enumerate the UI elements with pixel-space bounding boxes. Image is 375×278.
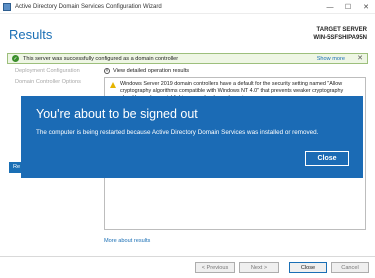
wizard-header: Results TARGET SERVER WIN-5SFSHIPA95N [0, 14, 375, 51]
previous-button[interactable]: < Previous [195, 262, 235, 273]
window-title: Active Directory Domain Services Configu… [15, 3, 162, 10]
show-more-link[interactable]: Show more [317, 56, 345, 62]
close-window-button[interactable]: ✕ [357, 0, 375, 14]
sign-out-dialog: You're about to be signed out The comput… [21, 96, 363, 178]
target-server-name: WIN-5SFSHIPA95N [313, 35, 367, 41]
next-button[interactable]: Next > [239, 262, 279, 273]
dialog-title: You're about to be signed out [36, 107, 198, 121]
page-title: Results [9, 27, 53, 42]
cancel-button[interactable]: Cancel [331, 262, 369, 273]
wizard-footer: < Previous Next > Close Cancel [0, 256, 375, 278]
window-controls: — ☐ ✕ [321, 0, 375, 14]
banner-close-icon[interactable]: ✕ [357, 54, 363, 62]
wizard-nav: Deployment Configuration Domain Controll… [9, 66, 104, 173]
dialog-close-button[interactable]: Close [305, 151, 349, 166]
minimize-button[interactable]: — [321, 0, 339, 14]
detailed-results-expander[interactable]: ˄ View detailed operation results [104, 66, 366, 75]
chevron-up-icon[interactable]: ˄ [104, 67, 110, 74]
target-server: TARGET SERVER WIN-5SFSHIPA95N [313, 26, 367, 42]
target-server-label: TARGET SERVER [316, 27, 367, 33]
warning-icon [110, 82, 116, 88]
nav-item-deployment-configuration[interactable]: Deployment Configuration [9, 66, 104, 77]
success-check-icon: ✓ [12, 55, 19, 62]
title-bar: Active Directory Domain Services Configu… [0, 0, 375, 14]
banner-message: This server was successfully configured … [23, 55, 179, 62]
expander-label: View detailed operation results [113, 67, 190, 74]
dialog-message: The computer is being restarted because … [36, 129, 319, 136]
success-banner: ✓ This server was successfully configure… [7, 53, 368, 64]
app-icon [3, 2, 11, 11]
nav-item-domain-controller-options[interactable]: Domain Controller Options [9, 77, 104, 88]
more-about-results-link[interactable]: More about results [104, 238, 150, 244]
maximize-button[interactable]: ☐ [339, 0, 357, 14]
close-button[interactable]: Close [289, 262, 327, 273]
